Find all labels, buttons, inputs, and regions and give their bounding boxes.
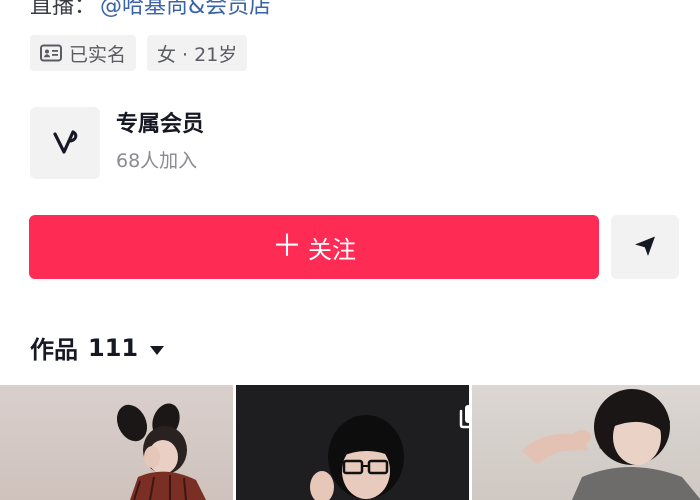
caret-down-icon [150,334,165,362]
verified-tag[interactable]: 已实名 [30,35,137,71]
send-icon [632,233,658,262]
v-logo-icon [30,107,100,179]
live-label: 直播： [30,0,97,19]
gender-age-label: 女 · 21岁 [157,43,238,66]
membership-title: 专属会员 [116,112,205,137]
id-card-icon [40,44,62,62]
work-thumbnail-2[interactable] [236,385,469,500]
share-button[interactable] [611,215,679,279]
work-thumbnail-1[interactable] [0,385,233,500]
membership-text: 专属会员 68人加入 [116,110,204,176]
follow-button[interactable]: ＋ 关注 [29,215,599,279]
works-count: 111 [88,333,139,362]
profile-tags: 已实名 女 · 21岁 [30,35,248,71]
live-info: 直播： @哈基尚&会员店 [30,0,271,22]
works-grid [0,385,700,500]
profile-page: 直播： @哈基尚&会员店 已实名 女 · 21岁 专属会员 68人加入 ＋ 关注… [0,0,700,500]
work-thumbnail-3[interactable] [472,385,700,500]
works-tab[interactable]: 作品 111 [30,330,165,365]
works-label: 作品 [30,336,78,364]
follow-label: 关注 [308,235,356,264]
live-room-link[interactable]: @哈基尚&会员店 [100,0,271,20]
membership-card[interactable]: 专属会员 68人加入 [30,107,204,179]
verified-tag-label: 已实名 [69,43,127,66]
membership-subtitle: 68人加入 [116,150,198,172]
plus-icon: ＋ [272,229,302,264]
gender-age-tag: 女 · 21岁 [147,35,248,71]
